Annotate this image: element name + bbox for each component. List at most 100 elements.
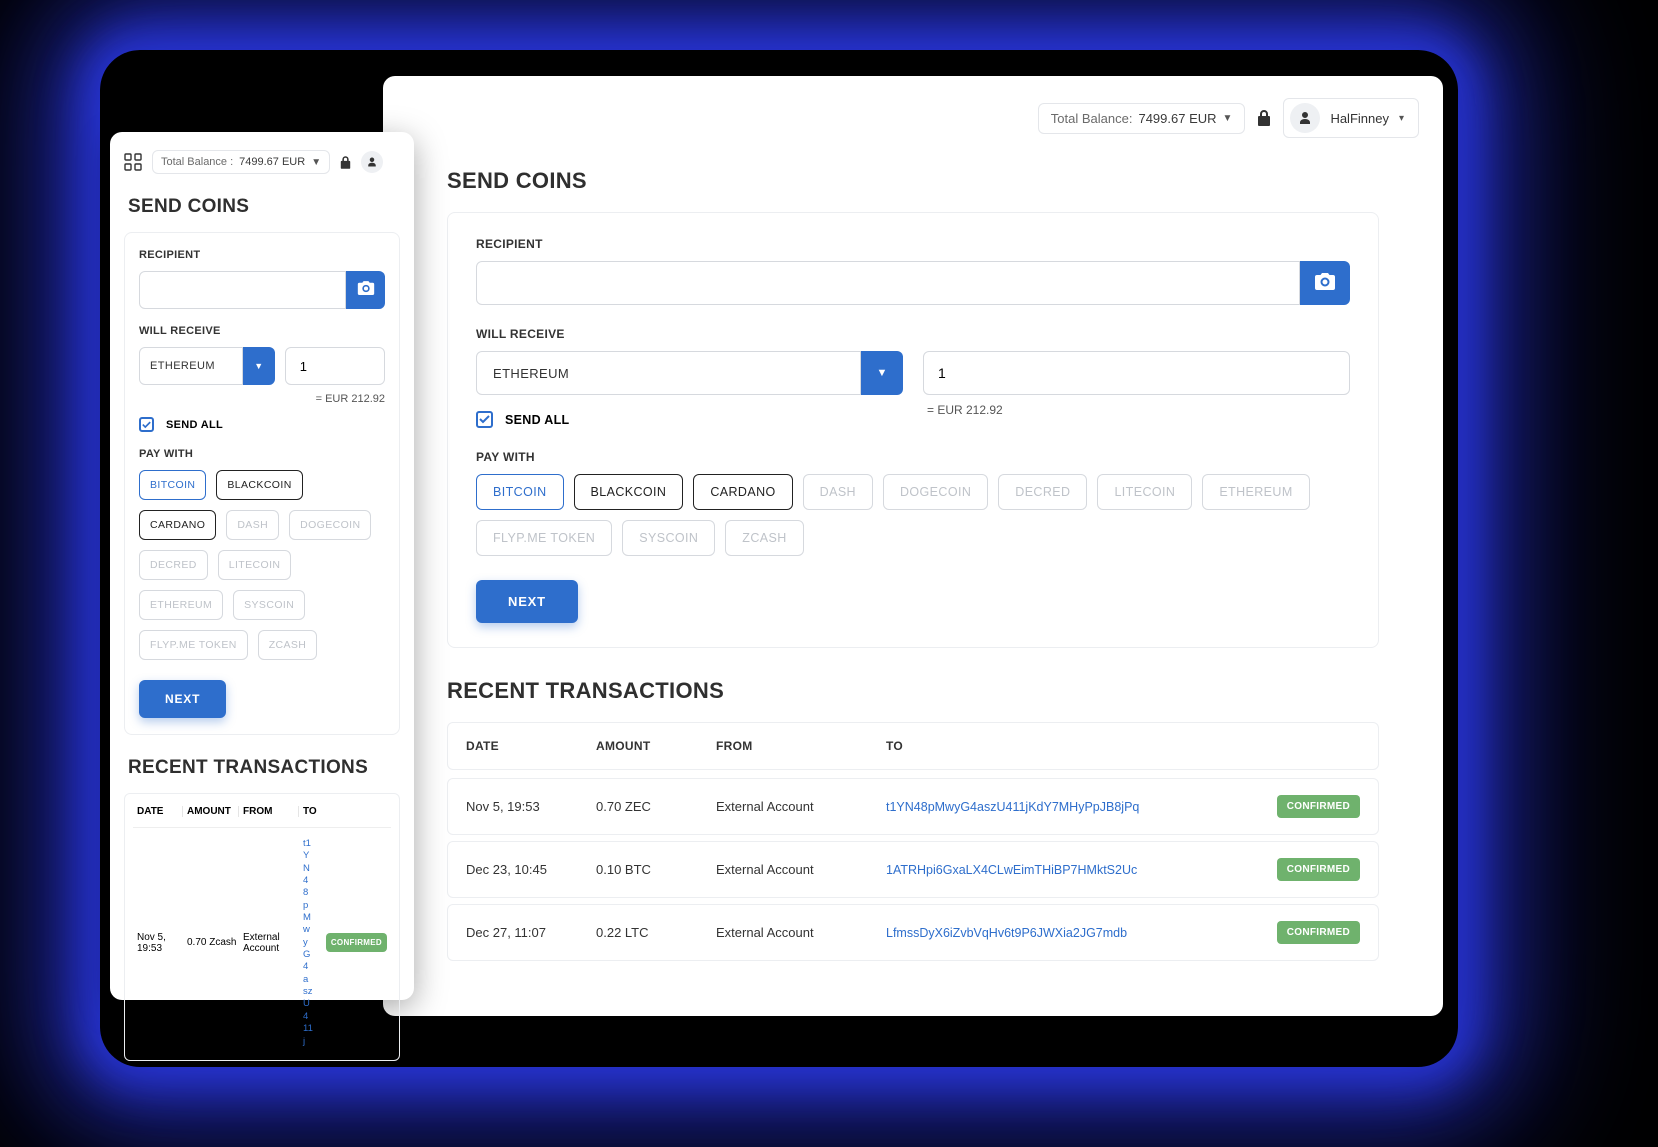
- coin-litecoin[interactable]: LITECOIN: [1097, 474, 1192, 510]
- col-to: TO: [303, 806, 321, 817]
- scan-qr-button[interactable]: [346, 271, 385, 309]
- cell-date: Nov 5, 19:53: [137, 932, 183, 954]
- will-receive-label: WILL RECEIVE: [139, 325, 385, 337]
- balance-label: Total Balance :: [161, 156, 233, 168]
- chevron-down-icon: ▼: [254, 361, 263, 371]
- table-row: Dec 27, 11:070.22 LTCExternal AccountLfm…: [447, 904, 1379, 961]
- camera-icon: [357, 281, 375, 299]
- pay-with-coin-grid: BITCOIN BLACKCOINCARDANO DASH DOGECOIN DECRE…: [476, 474, 1350, 556]
- send-coins-title: SEND COINS: [128, 196, 400, 218]
- cell-date: Dec 27, 11:07: [466, 925, 596, 940]
- col-amount: AMOUNT: [596, 739, 716, 753]
- coin-cardano[interactable]: CARDANO: [693, 474, 792, 510]
- apps-grid-icon[interactable]: [124, 153, 142, 171]
- status-badge: CONFIRMED: [1277, 795, 1360, 818]
- scan-qr-button[interactable]: [1300, 261, 1350, 305]
- send-all-checkbox[interactable]: [476, 411, 493, 428]
- coin-cardano[interactable]: CARDANO: [139, 510, 216, 540]
- transactions-table: DATE AMOUNT FROM TO Nov 5, 19:53 0.70 Zc…: [124, 793, 400, 1061]
- balance-value: 7499.67 EUR: [1138, 111, 1216, 126]
- table-row: Nov 5, 19:53 0.70 Zcash External Account…: [133, 828, 391, 1058]
- balance-selector[interactable]: Total Balance : 7499.67 EUR ▼: [152, 150, 330, 174]
- coin-dogecoin[interactable]: DOGECOIN: [289, 510, 371, 540]
- col-date: DATE: [137, 806, 183, 817]
- coin-syscoin[interactable]: SYSCOIN: [622, 520, 715, 556]
- recipient-input[interactable]: [139, 271, 346, 309]
- send-coins-card: RECIPIENT WILL RECEIVE ETHEREUM ▼: [447, 212, 1379, 648]
- coin-blackcoin[interactable]: BLACKCOIN: [574, 474, 684, 510]
- cell-to[interactable]: t1YN48pMwyG4aszU411jKdY7MHyPpJB8jPq: [886, 800, 1240, 814]
- cell-date: Dec 23, 10:45: [466, 862, 596, 877]
- cell-amount: 0.70 ZEC: [596, 799, 716, 814]
- lock-icon[interactable]: [1257, 110, 1271, 126]
- coin-litecoin[interactable]: LITECOIN: [218, 550, 292, 580]
- balance-label: Total Balance:: [1051, 111, 1133, 126]
- currency-select-toggle[interactable]: ▼: [243, 347, 275, 385]
- col-to: TO: [886, 739, 1240, 753]
- col-from: FROM: [243, 806, 299, 817]
- col-amount: AMOUNT: [187, 806, 239, 817]
- user-menu[interactable]: HalFinney ▾: [1283, 98, 1419, 138]
- currency-select[interactable]: ETHEREUM: [476, 351, 861, 395]
- pay-with-label: PAY WITH: [476, 450, 1350, 464]
- coin-dogecoin[interactable]: DOGECOIN: [883, 474, 988, 510]
- chevron-down-icon: ▼: [877, 367, 888, 379]
- pay-with-coin-grid: BITCOIN BLACKCOINCARDANO DASH DOGECOIN DECRE…: [139, 470, 385, 660]
- cell-to[interactable]: t1YN48pMwyG4aszU411j: [303, 838, 313, 1048]
- cell-to[interactable]: 1ATRHpi6GxaLX4CLwEimTHiBP7HMktS2Uc: [886, 863, 1240, 877]
- coin-zcash[interactable]: ZCASH: [725, 520, 803, 556]
- coin-bitcoin[interactable]: BITCOIN: [476, 474, 564, 510]
- coin-flyp-me-token[interactable]: FLYP.ME TOKEN: [476, 520, 612, 556]
- fiat-equivalent: = EUR 212.92: [285, 393, 385, 405]
- col-date: DATE: [466, 739, 596, 753]
- coin-bitcoin[interactable]: BITCOIN: [139, 470, 206, 500]
- col-from: FROM: [716, 739, 886, 753]
- camera-icon: [1314, 273, 1336, 294]
- lock-icon[interactable]: [340, 156, 351, 169]
- table-header: DATE AMOUNT FROM TO: [133, 796, 391, 828]
- amount-input[interactable]: [923, 351, 1350, 395]
- cell-from: External Account: [243, 932, 299, 954]
- coin-ethereum[interactable]: ETHEREUM: [1202, 474, 1309, 510]
- pay-with-label: PAY WITH: [139, 448, 385, 460]
- cell-date: Nov 5, 19:53: [466, 799, 596, 814]
- table-row: Dec 23, 10:450.10 BTCExternal Account1AT…: [447, 841, 1379, 898]
- coin-decred[interactable]: DECRED: [139, 550, 208, 580]
- cell-to[interactable]: LfmssDyX6iZvbVqHv6t9P6JWXia2JG7mdb: [886, 926, 1240, 940]
- coin-syscoin[interactable]: SYSCOIN: [233, 590, 305, 620]
- next-button[interactable]: NEXT: [139, 680, 226, 718]
- send-coins-title: SEND COINS: [447, 168, 1419, 194]
- status-badge: CONFIRMED: [326, 933, 387, 952]
- cell-from: External Account: [716, 799, 886, 814]
- recipient-input[interactable]: [476, 261, 1300, 305]
- coin-dash[interactable]: DASH: [803, 474, 873, 510]
- status-badge: CONFIRMED: [1277, 858, 1360, 881]
- balance-value: 7499.67 EUR: [239, 156, 305, 168]
- status-badge: CONFIRMED: [1277, 921, 1360, 944]
- cell-amount: 0.10 BTC: [596, 862, 716, 877]
- coin-blackcoin[interactable]: BLACKCOIN: [216, 470, 302, 500]
- mobile-panel: Total Balance : 7499.67 EUR ▼ SEND COINS…: [110, 132, 414, 1000]
- balance-selector[interactable]: Total Balance: 7499.67 EUR ▼: [1038, 103, 1246, 134]
- fiat-equivalent: = EUR 212.92: [923, 403, 1350, 417]
- coin-dash[interactable]: DASH: [226, 510, 279, 540]
- coin-zcash[interactable]: ZCASH: [258, 630, 318, 660]
- send-all-checkbox[interactable]: [139, 417, 154, 432]
- table-header: DATE AMOUNT FROM TO: [447, 722, 1379, 770]
- coin-decred[interactable]: DECRED: [998, 474, 1087, 510]
- table-row: Nov 5, 19:530.70 ZECExternal Accountt1YN…: [447, 778, 1379, 835]
- amount-input[interactable]: [285, 347, 385, 385]
- cell-amount: 0.70 Zcash: [187, 937, 239, 948]
- cell-from: External Account: [716, 925, 886, 940]
- coin-flyp-me-token[interactable]: FLYP.ME TOKEN: [139, 630, 248, 660]
- next-button[interactable]: NEXT: [476, 580, 578, 623]
- transactions-table: DATE AMOUNT FROM TO Nov 5, 19:530.70 ZEC…: [447, 722, 1379, 961]
- username: HalFinney: [1330, 111, 1389, 126]
- currency-select[interactable]: ETHEREUM: [139, 347, 243, 385]
- send-all-label: SEND ALL: [505, 413, 569, 427]
- coin-ethereum[interactable]: ETHEREUM: [139, 590, 223, 620]
- avatar-icon[interactable]: [361, 151, 383, 173]
- header: Total Balance: 7499.67 EUR ▼ HalFinney ▾: [407, 98, 1419, 138]
- currency-select-toggle[interactable]: ▼: [861, 351, 903, 395]
- header: Total Balance : 7499.67 EUR ▼: [124, 150, 400, 174]
